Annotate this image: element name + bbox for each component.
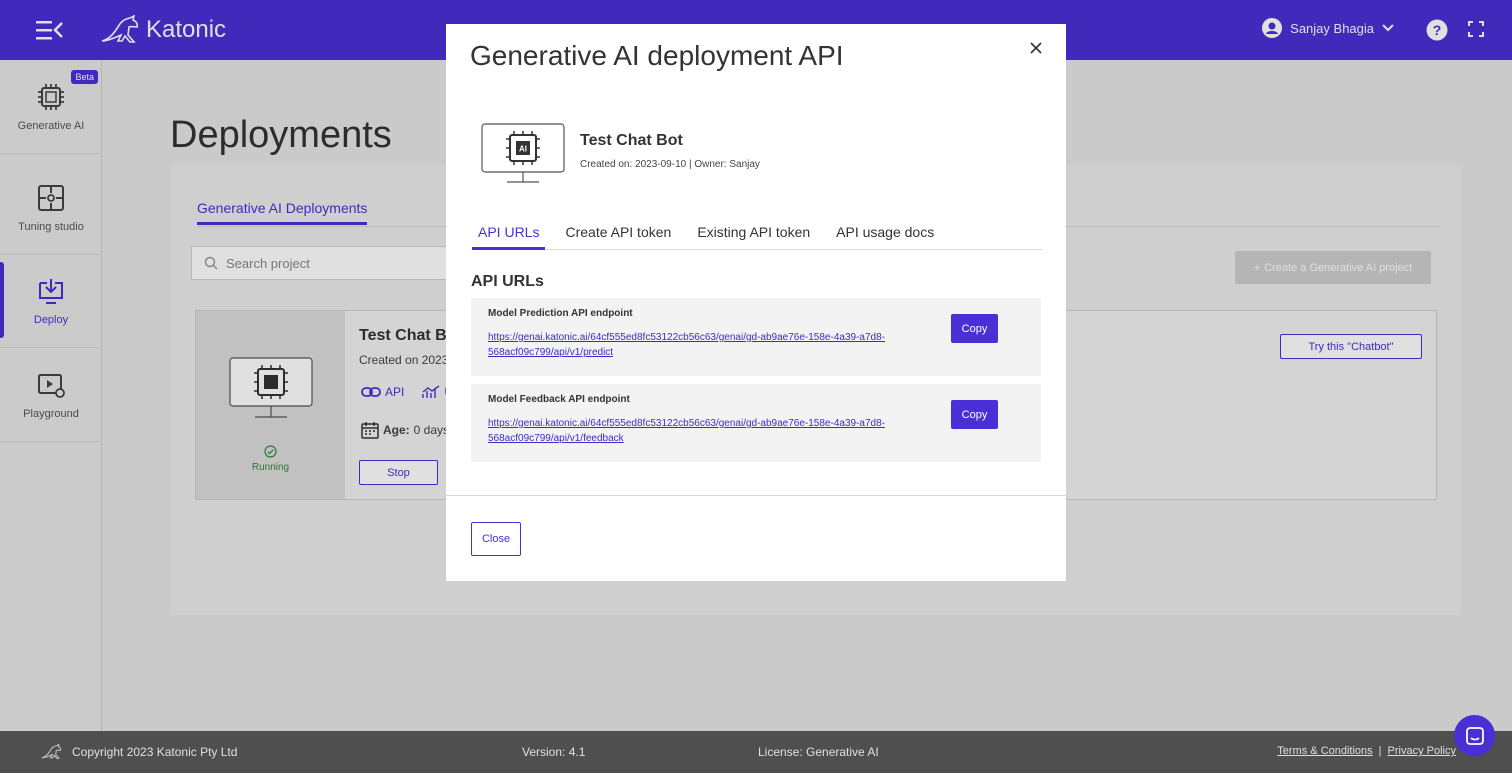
section-title: API URLs xyxy=(471,273,544,290)
close-icon[interactable] xyxy=(1028,40,1044,56)
feedback-endpoint-url[interactable]: https://genai.katonic.ai/64cf555ed8fc531… xyxy=(488,416,908,446)
feedback-endpoint: Model Feedback API endpoint https://gena… xyxy=(471,384,1041,462)
modal-divider xyxy=(446,495,1066,496)
api-modal: Generative AI deployment API AI Test Cha… xyxy=(446,24,1066,581)
chat-icon xyxy=(1465,726,1484,745)
model-meta: Created on: 2023-09-10 | Owner: Sanjay xyxy=(580,159,760,170)
tab-existing-api-token[interactable]: Existing API token xyxy=(691,222,816,250)
copy-feedback-url-button[interactable]: Copy xyxy=(951,400,998,429)
chat-launcher[interactable] xyxy=(1454,715,1495,756)
endpoint-label: Model Prediction API endpoint xyxy=(488,308,633,319)
prediction-endpoint: Model Prediction API endpoint https://ge… xyxy=(471,298,1041,376)
tab-api-usage-docs[interactable]: API usage docs xyxy=(830,222,940,250)
endpoint-label: Model Feedback API endpoint xyxy=(488,394,630,405)
tab-api-urls[interactable]: API URLs xyxy=(472,222,546,250)
tab-create-api-token[interactable]: Create API token xyxy=(559,222,677,250)
prediction-endpoint-url[interactable]: https://genai.katonic.ai/64cf555ed8fc531… xyxy=(488,330,908,360)
svg-text:AI: AI xyxy=(519,145,527,154)
close-button[interactable]: Close xyxy=(471,522,521,556)
copy-prediction-url-button[interactable]: Copy xyxy=(951,314,998,343)
modal-title: Generative AI deployment API xyxy=(470,40,844,71)
model-name: Test Chat Bot xyxy=(580,132,683,149)
modal-tabs: API URLs Create API token Existing API t… xyxy=(472,222,1042,250)
chip-monitor-icon: AI xyxy=(481,123,565,183)
